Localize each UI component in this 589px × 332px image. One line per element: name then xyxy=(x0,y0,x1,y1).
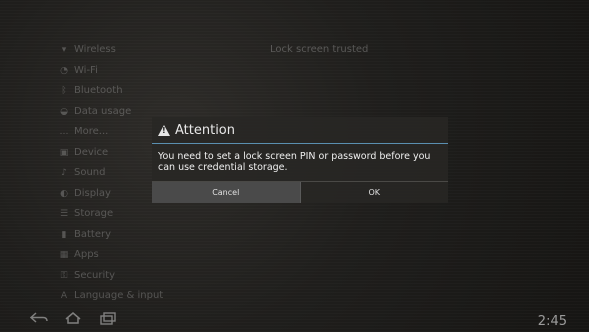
cancel-button[interactable]: Cancel xyxy=(152,182,301,203)
battery-icon: ▮ xyxy=(61,229,67,240)
settings-item-2: ᛒ Bluetooth xyxy=(58,81,218,102)
settings-item-0: ▾ Wireless xyxy=(58,40,218,61)
background-title: Lock screen trusted xyxy=(270,44,369,55)
settings-item-label: Device xyxy=(74,146,109,158)
settings-item-label: Apps xyxy=(74,249,99,260)
language-icon: A xyxy=(60,291,68,301)
back-button[interactable] xyxy=(28,310,50,326)
dialog-header: Attention xyxy=(152,117,448,144)
settings-item-10: ▦ Apps xyxy=(58,245,218,266)
status-clock: 2:45 xyxy=(537,314,567,329)
security-icon: ⚿ xyxy=(60,270,68,281)
dialog-message: You need to set a lock screen PIN or pas… xyxy=(158,151,431,173)
storage-icon: ☰ xyxy=(59,209,69,219)
bluetooth-icon: ᛒ xyxy=(61,86,67,96)
display-icon: ◐ xyxy=(60,188,68,199)
settings-item-8: ☰ Storage xyxy=(58,204,218,225)
recent-apps-icon xyxy=(100,312,116,325)
home-button[interactable] xyxy=(62,310,84,326)
settings-item-9: ▮ Battery xyxy=(58,225,218,246)
back-icon xyxy=(29,312,48,323)
settings-item-11: ⚿ Security xyxy=(58,266,218,287)
settings-item-label: Storage xyxy=(74,208,114,219)
settings-item-label: Language & input xyxy=(74,290,164,301)
settings-item-label: More... xyxy=(74,126,109,137)
settings-item-label: Sound xyxy=(74,167,106,178)
apps-icon: ▦ xyxy=(59,250,69,260)
usage-icon: ◒ xyxy=(60,106,68,117)
settings-item-label: Data usage xyxy=(74,105,132,117)
settings-item-label: Display xyxy=(74,187,111,199)
settings-item-label: Battery xyxy=(74,228,112,240)
settings-item-label: Bluetooth xyxy=(74,85,123,96)
attention-dialog: Attention You need to set a lock screen … xyxy=(152,117,448,203)
warning-icon xyxy=(158,124,170,136)
more-icon: … xyxy=(59,127,69,137)
dialog-buttons: Cancel OK xyxy=(152,181,448,203)
wifi-icon: ▾ xyxy=(61,45,67,55)
sound-icon: ♪ xyxy=(61,168,67,178)
dialog-title: Attention xyxy=(175,122,235,138)
screen: Lock screen trusted ▾ Wireless ◔ Wi-Fi ᛒ Blue… xyxy=(0,0,589,332)
ok-button[interactable]: OK xyxy=(301,182,449,203)
device-icon: ▣ xyxy=(59,147,69,158)
settings-item-label: Wireless xyxy=(74,44,116,55)
navigation-bar: 2:45 xyxy=(0,306,589,332)
settings-item-label: Wi-Fi xyxy=(74,64,98,76)
settings-item-1: ◔ Wi-Fi xyxy=(58,61,218,82)
data-icon: ◔ xyxy=(60,65,68,76)
settings-item-label: Security xyxy=(74,269,116,281)
recent-apps-button[interactable] xyxy=(97,310,119,326)
settings-item-12: A Language & input xyxy=(58,286,218,307)
home-icon xyxy=(65,312,81,324)
